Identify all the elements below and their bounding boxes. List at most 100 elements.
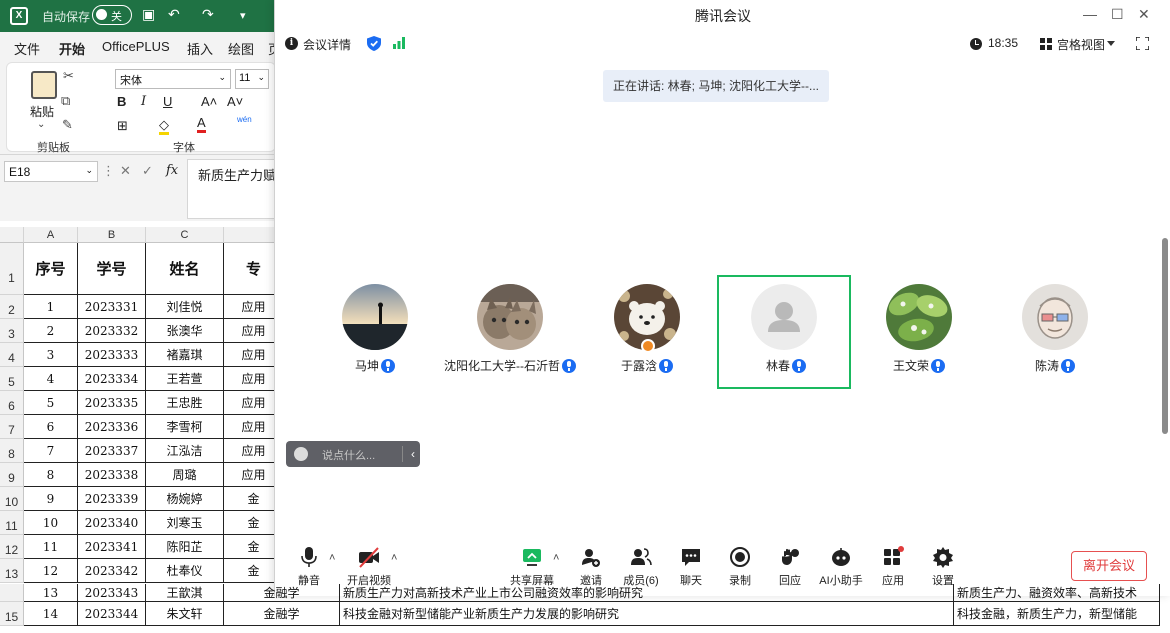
table-cell[interactable]: 2023338 bbox=[78, 463, 146, 487]
chat-placeholder[interactable]: 说点什么... bbox=[322, 447, 375, 463]
table-cell[interactable]: 8 bbox=[24, 463, 78, 487]
bold-button[interactable]: B bbox=[117, 94, 126, 109]
table-cell[interactable]: 朱文轩 bbox=[146, 602, 224, 626]
chat-button[interactable]: 聊天 bbox=[665, 546, 717, 588]
ai-assistant-button[interactable]: AI小助手 bbox=[815, 546, 867, 588]
border-icon[interactable]: ⊞ bbox=[117, 118, 128, 134]
select-all-corner[interactable] bbox=[0, 227, 24, 243]
table-cell[interactable]: 科技金融对新型储能产业新质生产力发展的影响研究 bbox=[340, 602, 954, 626]
table-cell[interactable]: 9 bbox=[24, 487, 78, 511]
table-cell[interactable]: 2023334 bbox=[78, 367, 146, 391]
menu-home[interactable]: 开始 bbox=[59, 39, 86, 63]
participant-tile[interactable]: 马坤 bbox=[308, 275, 442, 389]
table-cell[interactable]: 4 bbox=[24, 367, 78, 391]
cut-icon[interactable]: ✂ bbox=[63, 68, 74, 84]
fill-color-icon[interactable]: ◇ bbox=[159, 118, 169, 135]
header-cell[interactable]: 学号 bbox=[78, 243, 146, 295]
paste-dropdown-icon[interactable]: ⌄ bbox=[37, 119, 45, 130]
row-header[interactable]: 10 bbox=[0, 487, 24, 511]
row-header[interactable]: 8 bbox=[0, 439, 24, 463]
row-header[interactable]: 4 bbox=[0, 343, 24, 367]
table-cell[interactable]: 2023331 bbox=[78, 295, 146, 319]
table-cell[interactable]: 王忠胜 bbox=[146, 391, 224, 415]
font-size-select[interactable]: 11 ⌄ bbox=[235, 69, 269, 89]
menu-officeplus[interactable]: OfficePLUS bbox=[102, 39, 170, 54]
underline-button[interactable]: U bbox=[163, 94, 172, 109]
phonetic-guide-button[interactable]: wén bbox=[237, 115, 252, 124]
format-painter-icon[interactable]: ✎ bbox=[62, 117, 73, 133]
table-cell[interactable]: 5 bbox=[24, 391, 78, 415]
vertical-scrollbar[interactable] bbox=[1160, 238, 1170, 438]
row-header[interactable]: 9 bbox=[0, 463, 24, 487]
table-cell[interactable]: 王歆淇 bbox=[146, 584, 224, 602]
column-header-c[interactable]: C bbox=[146, 227, 224, 243]
table-cell[interactable]: 张澳华 bbox=[146, 319, 224, 343]
maximize-button[interactable]: ☐ bbox=[1111, 6, 1124, 23]
table-cell[interactable]: 刘寒玉 bbox=[146, 511, 224, 535]
row-header[interactable]: 12 bbox=[0, 535, 24, 559]
table-cell[interactable]: 6 bbox=[24, 415, 78, 439]
table-cell[interactable]: 陈阳芷 bbox=[146, 535, 224, 559]
copy-icon[interactable]: ⧉ bbox=[61, 93, 70, 109]
share-screen-button[interactable]: 共享屏幕 bbox=[506, 546, 558, 588]
row-header[interactable]: 2 bbox=[0, 295, 24, 319]
invite-button[interactable]: 邀请 bbox=[565, 546, 617, 588]
row-header[interactable]: 7 bbox=[0, 415, 24, 439]
menu-insert[interactable]: 插入 bbox=[187, 39, 213, 58]
table-cell[interactable]: 2023339 bbox=[78, 487, 146, 511]
network-signal-icon[interactable] bbox=[393, 37, 405, 49]
meeting-details-button[interactable]: 会议详情 bbox=[303, 36, 351, 53]
header-cell[interactable]: 姓名 bbox=[146, 243, 224, 295]
table-cell[interactable]: 江泓洁 bbox=[146, 439, 224, 463]
table-cell[interactable]: 杜奉仪 bbox=[146, 559, 224, 583]
emoji-icon[interactable] bbox=[294, 447, 308, 461]
table-cell[interactable]: 李雪柯 bbox=[146, 415, 224, 439]
paste-label[interactable]: 粘贴 bbox=[30, 103, 54, 120]
table-cell[interactable]: 2023342 bbox=[78, 559, 146, 583]
table-cell[interactable]: 褚嘉琪 bbox=[146, 343, 224, 367]
table-cell[interactable]: 金融学 bbox=[224, 584, 340, 602]
italic-button[interactable]: I bbox=[141, 94, 146, 109]
participant-tile-active-speaker[interactable]: 林春 bbox=[717, 275, 851, 389]
table-cell[interactable]: 2023332 bbox=[78, 319, 146, 343]
table-cell[interactable]: 2023335 bbox=[78, 391, 146, 415]
grow-font-button[interactable]: A˄ bbox=[201, 94, 217, 109]
table-cell[interactable]: 2023337 bbox=[78, 439, 146, 463]
column-header-a[interactable]: A bbox=[24, 227, 78, 243]
table-cell[interactable]: 金融学 bbox=[224, 602, 340, 626]
view-dropdown-caret-icon[interactable] bbox=[1107, 41, 1115, 46]
record-button[interactable]: 录制 bbox=[714, 546, 766, 588]
shrink-font-button[interactable]: A˅ bbox=[227, 94, 243, 109]
name-box[interactable]: E18 ⌄ bbox=[4, 161, 98, 182]
menu-draw[interactable]: 绘图 bbox=[228, 39, 254, 58]
row-header[interactable]: 3 bbox=[0, 319, 24, 343]
row-header[interactable] bbox=[0, 584, 24, 602]
more-options-icon[interactable]: ⋮ bbox=[102, 163, 115, 179]
leave-meeting-button[interactable]: 离开会议 bbox=[1071, 551, 1147, 581]
settings-button[interactable]: 设置 bbox=[917, 546, 969, 588]
undo-icon[interactable]: ↶ bbox=[168, 6, 180, 23]
info-icon[interactable]: i bbox=[285, 37, 298, 50]
scrollbar-thumb[interactable] bbox=[1162, 238, 1168, 434]
menu-file[interactable]: 文件 bbox=[14, 39, 40, 58]
row-header[interactable]: 13 bbox=[0, 559, 24, 583]
table-cell[interactable]: 2023336 bbox=[78, 415, 146, 439]
table-cell[interactable]: 3 bbox=[24, 343, 78, 367]
participant-tile[interactable]: 王文荣 bbox=[852, 275, 986, 389]
customize-quick-access-icon[interactable]: ▾ bbox=[240, 9, 246, 22]
chat-quick-input[interactable]: 说点什么... ‹ bbox=[286, 441, 420, 467]
security-shield-icon[interactable] bbox=[367, 36, 381, 51]
table-cell[interactable]: 2 bbox=[24, 319, 78, 343]
table-cell[interactable]: 周璐 bbox=[146, 463, 224, 487]
cancel-entry-icon[interactable]: ✕ bbox=[120, 163, 131, 179]
start-video-button[interactable]: 开启视频 bbox=[343, 546, 395, 588]
row-header[interactable]: 11 bbox=[0, 511, 24, 535]
table-cell[interactable]: 刘佳悦 bbox=[146, 295, 224, 319]
save-icon[interactable]: ▣ bbox=[142, 6, 155, 23]
table-cell[interactable]: 1 bbox=[24, 295, 78, 319]
table-cell[interactable]: 2023343 bbox=[78, 584, 146, 602]
members-button[interactable]: 成员(6) bbox=[615, 546, 667, 588]
row-header[interactable]: 1 bbox=[0, 243, 24, 295]
table-cell[interactable]: 13 bbox=[24, 584, 78, 602]
participant-tile[interactable]: 于露浛 bbox=[580, 275, 714, 389]
